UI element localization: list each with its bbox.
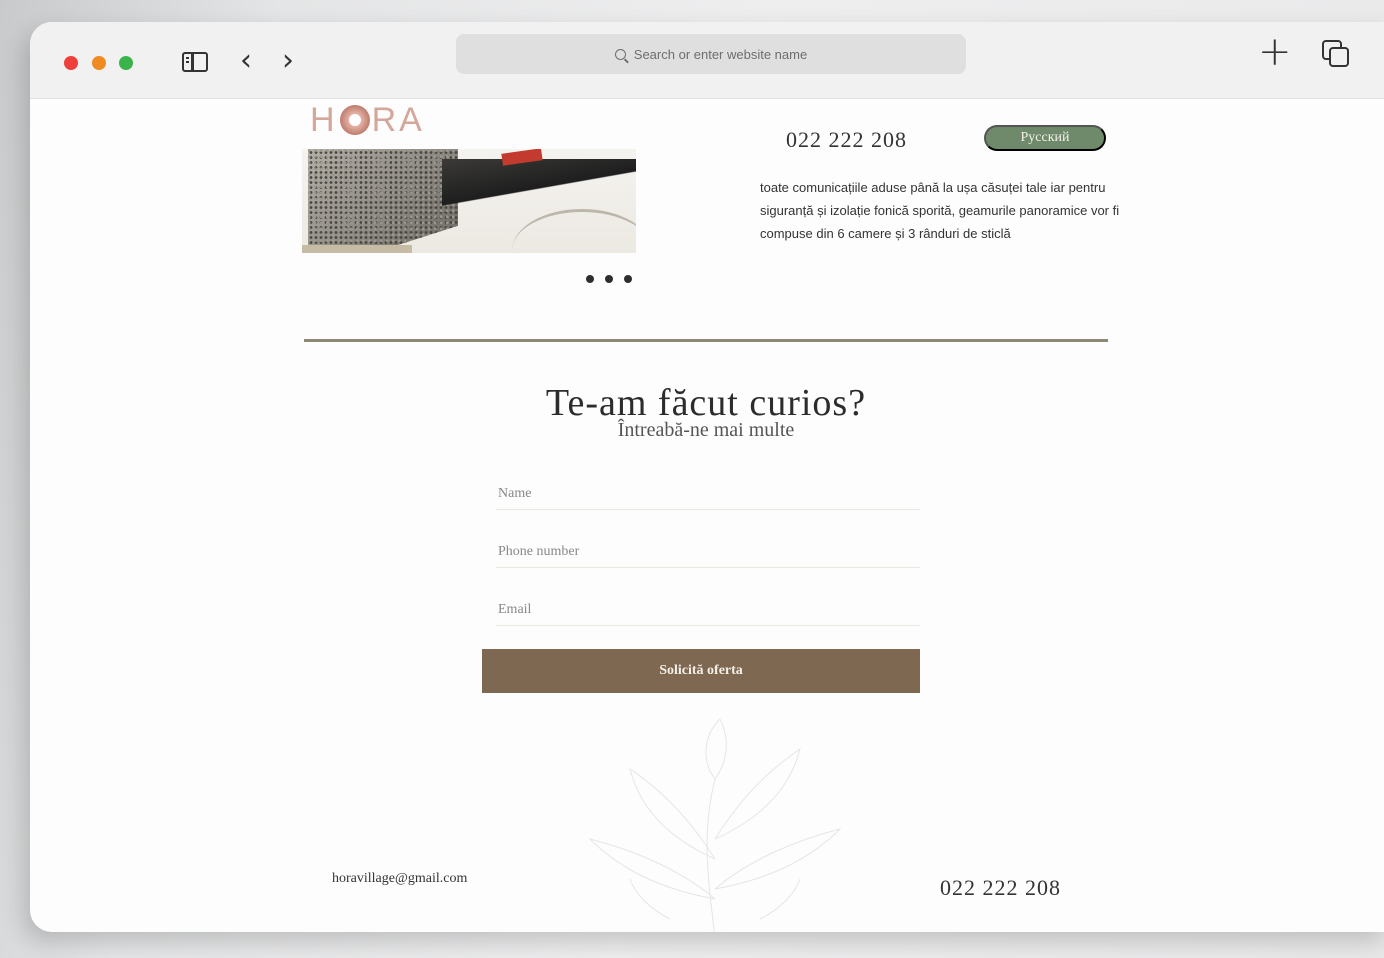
logo-circle-icon — [339, 105, 370, 135]
web-page: H RA 022 222 208 Русский toate comunicați… — [30, 99, 1384, 932]
header-phone[interactable]: 022 222 208 — [786, 127, 907, 153]
address-bar-placeholder: Search or enter website name — [633, 46, 808, 62]
carousel-dot[interactable] — [605, 275, 613, 283]
carousel-dots[interactable] — [586, 275, 632, 283]
contact-subheading: Întreabă-ne mai multe — [617, 419, 795, 441]
minimize-window-button[interactable] — [92, 56, 106, 70]
site-logo[interactable]: H RA — [310, 101, 425, 140]
browser-toolbar: ‹ › Search or enter website name + — [30, 22, 1384, 99]
zoom-window-button[interactable] — [119, 56, 133, 70]
language-button[interactable]: Русский — [984, 125, 1106, 151]
section-divider — [304, 339, 1108, 342]
forward-chevron-icon[interactable]: › — [282, 46, 294, 76]
footer-phone[interactable]: 022 222 208 — [940, 875, 1061, 901]
browser-window: ‹ › Search or enter website name + H RA 0… — [30, 22, 1384, 932]
submit-offer-button[interactable]: Solicită oferta — [482, 649, 920, 693]
carousel-dot[interactable] — [624, 275, 632, 283]
email-input[interactable] — [496, 595, 920, 626]
footer-email-link[interactable]: horavillage@gmail.com — [332, 871, 467, 887]
address-bar[interactable]: Search or enter website name — [456, 34, 966, 74]
sidebar-toggle-icon[interactable] — [182, 52, 208, 72]
name-input[interactable] — [496, 479, 920, 510]
floral-decoration — [588, 719, 842, 932]
back-chevron-icon[interactable]: ‹ — [240, 46, 252, 76]
new-tab-plus-icon[interactable]: + — [1258, 32, 1292, 72]
carousel-dot[interactable] — [586, 275, 594, 283]
hero-image — [302, 149, 636, 253]
description-text: toate comunicațiile aduse până la ușa că… — [760, 180, 1120, 241]
tab-overview-icon[interactable] — [1322, 40, 1352, 70]
search-icon — [614, 48, 626, 60]
close-window-button[interactable] — [64, 56, 78, 70]
phone-input[interactable] — [496, 537, 920, 568]
